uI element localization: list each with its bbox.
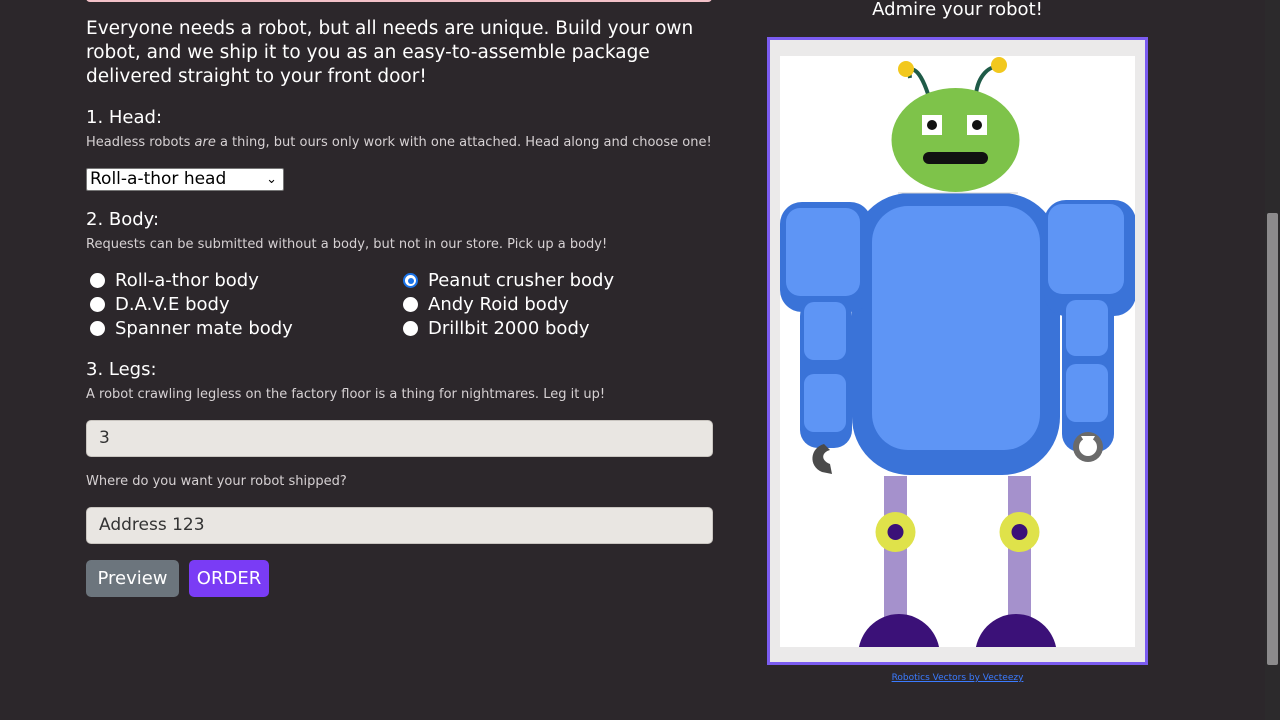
- legs-section-title: 3. Legs:: [86, 359, 157, 380]
- legs-hint: A robot crawling legless on the factory …: [86, 387, 606, 402]
- head-select[interactable]: Roll-a-thor head ⌄: [86, 168, 284, 191]
- preview-title: Admire your robot!: [872, 0, 1043, 20]
- chevron-down-icon: ⌄: [266, 172, 277, 187]
- order-button[interactable]: ORDER: [189, 560, 269, 597]
- body-option-label: Andy Roid body: [428, 294, 569, 315]
- head-hint: Headless robots are a thing, but ours on…: [86, 135, 712, 150]
- legs-input[interactable]: 3: [86, 420, 713, 457]
- robot-preview-canvas: [780, 56, 1135, 647]
- body-option-label: Spanner mate body: [115, 318, 293, 339]
- body-hint: Requests can be submitted without a body…: [86, 237, 608, 252]
- robot-left-foot: [858, 614, 940, 647]
- radio-button[interactable]: [90, 321, 105, 336]
- radio-button[interactable]: [90, 297, 105, 312]
- body-option-drillbit-2000[interactable]: Drillbit 2000 body: [403, 318, 590, 339]
- body-option-label: Peanut crusher body: [428, 270, 615, 291]
- body-option-label: Roll-a-thor body: [115, 270, 259, 291]
- robot-preview-frame: [767, 37, 1148, 665]
- body-option-andy-roid[interactable]: Andy Roid body: [403, 294, 569, 315]
- preview-button[interactable]: Preview: [86, 560, 179, 597]
- body-option-roll-a-thor[interactable]: Roll-a-thor body: [90, 270, 259, 291]
- head-section-title: 1. Head:: [86, 107, 163, 128]
- body-option-label: Drillbit 2000 body: [428, 318, 590, 339]
- robot-image: [780, 57, 1135, 647]
- credit-link[interactable]: Robotics Vectors by Vecteezy: [767, 673, 1148, 683]
- robot-right-foot: [975, 614, 1057, 647]
- body-option-label: D.A.V.E body: [115, 294, 230, 315]
- radio-button-checked[interactable]: [403, 273, 418, 288]
- radio-button[interactable]: [403, 297, 418, 312]
- scrollbar-thumb[interactable]: [1267, 213, 1278, 665]
- head-select-value: Roll-a-thor head: [90, 169, 227, 189]
- page-scrollbar[interactable]: [1265, 0, 1280, 720]
- robot-head: [891, 88, 1020, 192]
- body-section-title: 2. Body:: [86, 209, 160, 230]
- body-option-spanner-mate[interactable]: Spanner mate body: [90, 318, 293, 339]
- radio-button[interactable]: [403, 321, 418, 336]
- address-input[interactable]: Address 123: [86, 507, 713, 544]
- intro-text: Everyone needs a robot, but all needs ar…: [86, 18, 694, 87]
- previous-element-edge: [86, 0, 712, 2]
- radio-button[interactable]: [90, 273, 105, 288]
- body-option-dave[interactable]: D.A.V.E body: [90, 294, 230, 315]
- robot-mouth: [923, 152, 988, 164]
- body-option-peanut-crusher[interactable]: Peanut crusher body: [403, 270, 614, 291]
- shipping-label: Where do you want your robot shipped?: [86, 474, 347, 489]
